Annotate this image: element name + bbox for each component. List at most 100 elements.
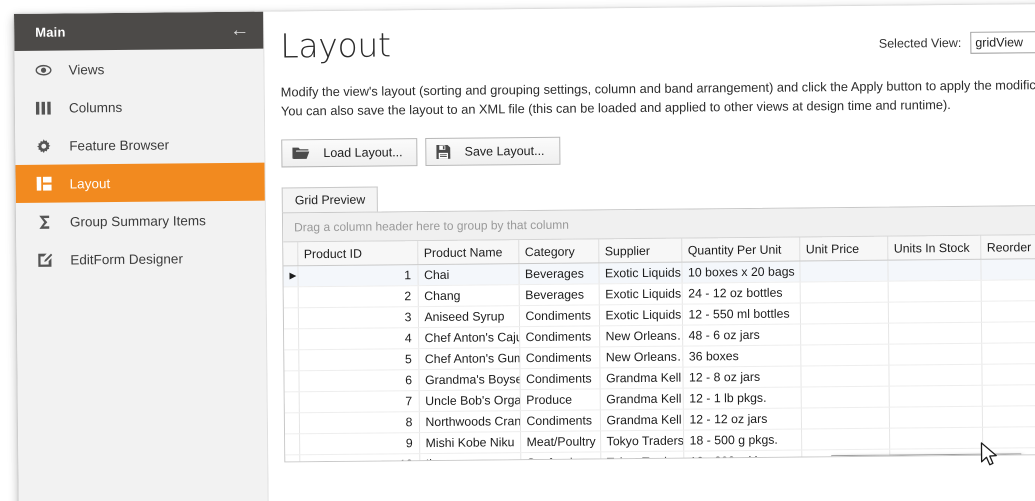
table-cell[interactable]: 10 boxes x 20 bags [681,260,800,283]
row-indicator-cell[interactable] [283,307,299,329]
table-cell[interactable]: Seafood [520,451,601,463]
sidebar-item-columns[interactable]: Columns [15,87,264,127]
table-cell[interactable]: Tokyo Traders [600,450,684,463]
row-indicator-cell[interactable] [284,328,299,350]
table-cell[interactable] [800,385,889,408]
table-cell[interactable] [981,363,1035,386]
table-cell[interactable]: 2 [297,285,418,308]
table-cell[interactable] [800,343,889,366]
row-indicator-cell[interactable] [284,370,299,392]
sidebar-item-group-summary-items[interactable]: Group Summary Items [16,201,265,241]
table-cell[interactable]: Aniseed Syrup [417,305,520,328]
table-cell[interactable] [887,301,982,323]
table-cell[interactable]: 9 [299,432,420,455]
table-cell[interactable] [888,343,982,365]
table-cell[interactable]: Meat/Poultry [520,430,601,453]
table-cell[interactable]: 12 - 550 ml bottles [681,302,801,325]
table-cell[interactable] [888,406,983,428]
table-cell[interactable]: Produce [519,388,600,411]
arrow-left-icon[interactable]: ← [230,20,249,41]
table-cell[interactable] [800,322,889,345]
table-cell[interactable] [980,279,1035,302]
table-cell[interactable] [801,427,890,450]
table-cell[interactable] [980,300,1035,323]
table-cell[interactable]: Chef Anton's Gum… [418,347,520,370]
table-cell[interactable]: Mishi Kobe Niku [419,431,521,454]
sidebar-item-feature-browser[interactable]: Feature Browser [15,125,264,165]
table-cell[interactable]: Beverages [518,262,599,285]
sidebar-item-layout[interactable]: Layout [15,162,265,203]
table-cell[interactable]: Tokyo Traders [600,429,684,452]
table-cell[interactable] [888,385,982,407]
table-cell[interactable]: Chang [417,284,519,307]
column-header-category[interactable]: Category [518,239,599,264]
table-cell[interactable]: 10 [299,453,420,463]
table-cell[interactable]: 1 [297,264,418,287]
table-cell[interactable]: Condiments [519,346,600,369]
table-cell[interactable] [799,301,889,324]
table-cell[interactable]: 6 [298,369,419,392]
table-cell[interactable]: Beverages [518,283,599,306]
table-cell[interactable]: 24 - 12 oz bottles [681,281,800,304]
column-header-reorder[interactable]: Reorder [980,235,1035,260]
table-cell[interactable]: 4 [298,327,419,350]
column-header-quantity-per-unit[interactable]: Quantity Per Unit [681,237,800,262]
table-cell[interactable]: Condiments [519,409,601,432]
table-cell[interactable]: Exotic Liquids [598,261,682,284]
table-cell[interactable] [887,280,981,302]
column-header-units-in-stock[interactable]: Units In Stock [887,236,981,260]
table-cell[interactable] [799,259,888,282]
table-cell[interactable]: Exotic Liquids [598,303,683,326]
table-cell[interactable]: Chai [417,263,519,286]
table-cell[interactable]: 7 [298,390,419,413]
row-indicator-cell[interactable] [284,391,299,413]
table-cell[interactable]: Condiments [519,367,600,390]
table-cell[interactable]: 12 - 8 oz jars [682,365,801,388]
column-header-supplier[interactable]: Supplier [598,238,682,263]
table-cell[interactable]: New Orleans… [599,324,683,347]
table-cell[interactable] [888,364,982,386]
load-layout-button[interactable]: Load Layout... [281,138,418,168]
table-cell[interactable]: Condiments [519,325,600,348]
row-indicator-cell[interactable]: ▶ [283,265,298,287]
table-cell[interactable]: Chef Anton's Caju… [418,326,520,349]
row-indicator-cell[interactable] [284,412,300,434]
table-cell[interactable] [800,406,890,429]
table-cell[interactable] [888,322,982,344]
save-layout-button[interactable]: Save Layout... [425,137,561,167]
table-cell[interactable]: Grandma Kell… [599,387,683,410]
selected-view-combobox[interactable]: gridView [970,30,1035,54]
table-cell[interactable]: 18 - 500 g pkgs. [683,428,802,451]
table-cell[interactable] [981,321,1035,344]
table-cell[interactable]: Uncle Bob's Organi… [418,389,520,412]
table-cell[interactable] [980,258,1035,281]
table-cell[interactable]: 48 - 6 oz jars [682,323,801,346]
table-cell[interactable] [982,426,1035,449]
column-header-product-id[interactable]: Product ID [297,241,418,266]
table-cell[interactable]: Grandma's Boysen… [418,368,520,391]
column-header-unit-price[interactable]: Unit Price [799,236,888,261]
table-cell[interactable]: New Orleans… [599,345,683,368]
table-cell[interactable] [889,427,983,449]
table-cell[interactable]: 36 boxes [682,344,801,367]
table-cell[interactable] [799,280,888,303]
row-indicator-cell[interactable] [285,433,300,455]
table-cell[interactable]: 12 - 12 oz jars [682,407,802,430]
table-cell[interactable] [800,364,889,387]
sidebar-item-views[interactable]: Views [14,49,263,89]
table-cell[interactable]: 8 [298,411,420,434]
table-cell[interactable] [887,259,981,281]
table-cell[interactable]: Exotic Liquids [598,282,682,305]
table-cell[interactable] [981,405,1035,428]
table-cell[interactable] [981,342,1035,365]
row-indicator-cell[interactable] [284,349,299,371]
column-header-product-name[interactable]: Product Name [417,240,519,265]
row-indicator-cell[interactable] [283,286,298,308]
table-cell[interactable]: Grandma Kell… [599,408,684,431]
table-cell[interactable]: 12 - 1 lb pkgs. [682,386,801,409]
row-indicator-cell[interactable] [285,454,300,463]
table-cell[interactable]: 5 [298,348,419,371]
table-cell[interactable]: 3 [297,306,419,329]
table-cell[interactable]: Condiments [518,304,600,327]
sidebar-item-editform-designer[interactable]: EditForm Designer [16,239,265,279]
